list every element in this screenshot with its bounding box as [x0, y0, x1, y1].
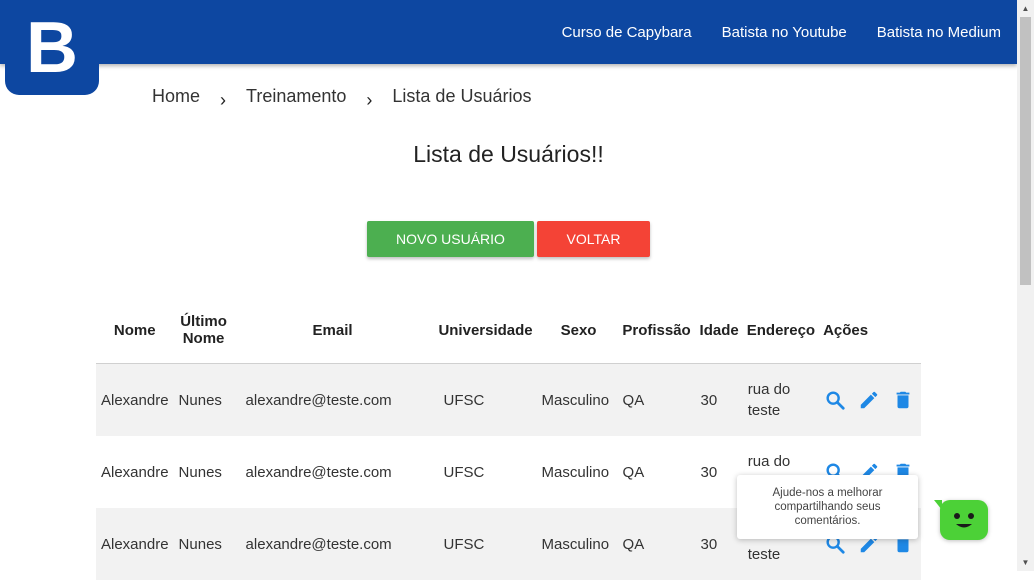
cell-nome: Alexandre: [101, 391, 169, 409]
logo-letter: B: [26, 7, 78, 88]
cell-idade: 30: [700, 535, 718, 553]
breadcrumb-home[interactable]: Home: [152, 86, 200, 107]
search-icon[interactable]: [824, 389, 846, 411]
cell-sexo: Masculino: [541, 463, 610, 481]
breadcrumb-separator: ›: [366, 90, 373, 110]
cell-sexo: Masculino: [541, 391, 610, 409]
edit-icon[interactable]: [858, 389, 880, 411]
scroll-up-arrow-icon[interactable]: ▲: [1017, 0, 1034, 17]
cell-idade: 30: [700, 391, 718, 409]
top-navbar: Curso de Capybara Batista no Youtube Bat…: [0, 0, 1017, 64]
header-sexo: Sexo: [539, 297, 618, 364]
feedback-bot-button[interactable]: [934, 500, 988, 540]
feedback-tooltip: Ajude-nos a melhorar compartilhando seus…: [737, 475, 918, 539]
cell-endereco: rua do teste: [747, 381, 791, 419]
breadcrumb-treinamento[interactable]: Treinamento: [246, 86, 346, 107]
site-logo[interactable]: B: [5, 0, 99, 95]
cell-profissao: QA: [622, 463, 645, 481]
row-actions: [824, 389, 916, 411]
nav-link-capybara[interactable]: Curso de Capybara: [562, 24, 692, 41]
page-title: Lista de Usuários!!: [413, 141, 604, 167]
cell-email: alexandre@teste.com: [245, 535, 392, 553]
breadcrumb: Home › Treinamento › Lista de Usuários: [152, 86, 531, 110]
nav-link-youtube[interactable]: Batista no Youtube: [722, 24, 847, 41]
scrollbar-thumb[interactable]: [1020, 17, 1031, 285]
breadcrumb-lista-usuarios[interactable]: Lista de Usuários: [392, 86, 531, 107]
cell-acoes: [819, 364, 921, 437]
header-ultimo-nome: Último Nome: [173, 297, 234, 364]
cell-ultimo-nome: Nunes: [178, 391, 222, 409]
scroll-down-arrow-icon[interactable]: ▼: [1017, 554, 1034, 571]
header-email: Email: [233, 297, 432, 364]
cell-profissao: QA: [622, 535, 645, 553]
cell-universidade: UFSC: [443, 391, 485, 409]
cell-universidade: UFSC: [443, 463, 485, 481]
header-nome: Nome: [96, 297, 174, 364]
smiley-icon: [954, 513, 974, 528]
cell-sexo: Masculino: [541, 535, 610, 553]
delete-icon[interactable]: [892, 389, 914, 411]
header-acoes: Ações: [819, 297, 921, 364]
table-header-row: Nome Último Nome Email Universidade Sexo…: [96, 297, 921, 364]
cell-ultimo-nome: Nunes: [178, 463, 222, 481]
header-profissao: Profissão: [617, 297, 696, 364]
cell-ultimo-nome: Nunes: [178, 535, 222, 553]
cell-profissao: QA: [622, 391, 645, 409]
header-idade: Idade: [695, 297, 743, 364]
header-endereco: Endereço: [742, 297, 820, 364]
cell-nome: Alexandre: [101, 463, 169, 481]
cell-email: alexandre@teste.com: [245, 463, 392, 481]
new-user-button[interactable]: NOVO USUÁRIO: [367, 221, 534, 257]
vertical-scrollbar[interactable]: ▲ ▼: [1017, 0, 1034, 571]
nav-link-medium[interactable]: Batista no Medium: [877, 24, 1001, 41]
cell-idade: 30: [700, 463, 718, 481]
cell-universidade: UFSC: [443, 535, 485, 553]
cell-email: alexandre@teste.com: [245, 391, 392, 409]
nav-links: Curso de Capybara Batista no Youtube Bat…: [532, 0, 1001, 64]
cell-nome: Alexandre: [101, 535, 169, 553]
table-row: Alexandre Nunes alexandre@teste.com UFSC…: [96, 363, 921, 437]
back-button[interactable]: VOLTAR: [537, 221, 650, 257]
breadcrumb-separator: ›: [220, 90, 227, 110]
header-universidade: Universidade: [431, 297, 540, 364]
